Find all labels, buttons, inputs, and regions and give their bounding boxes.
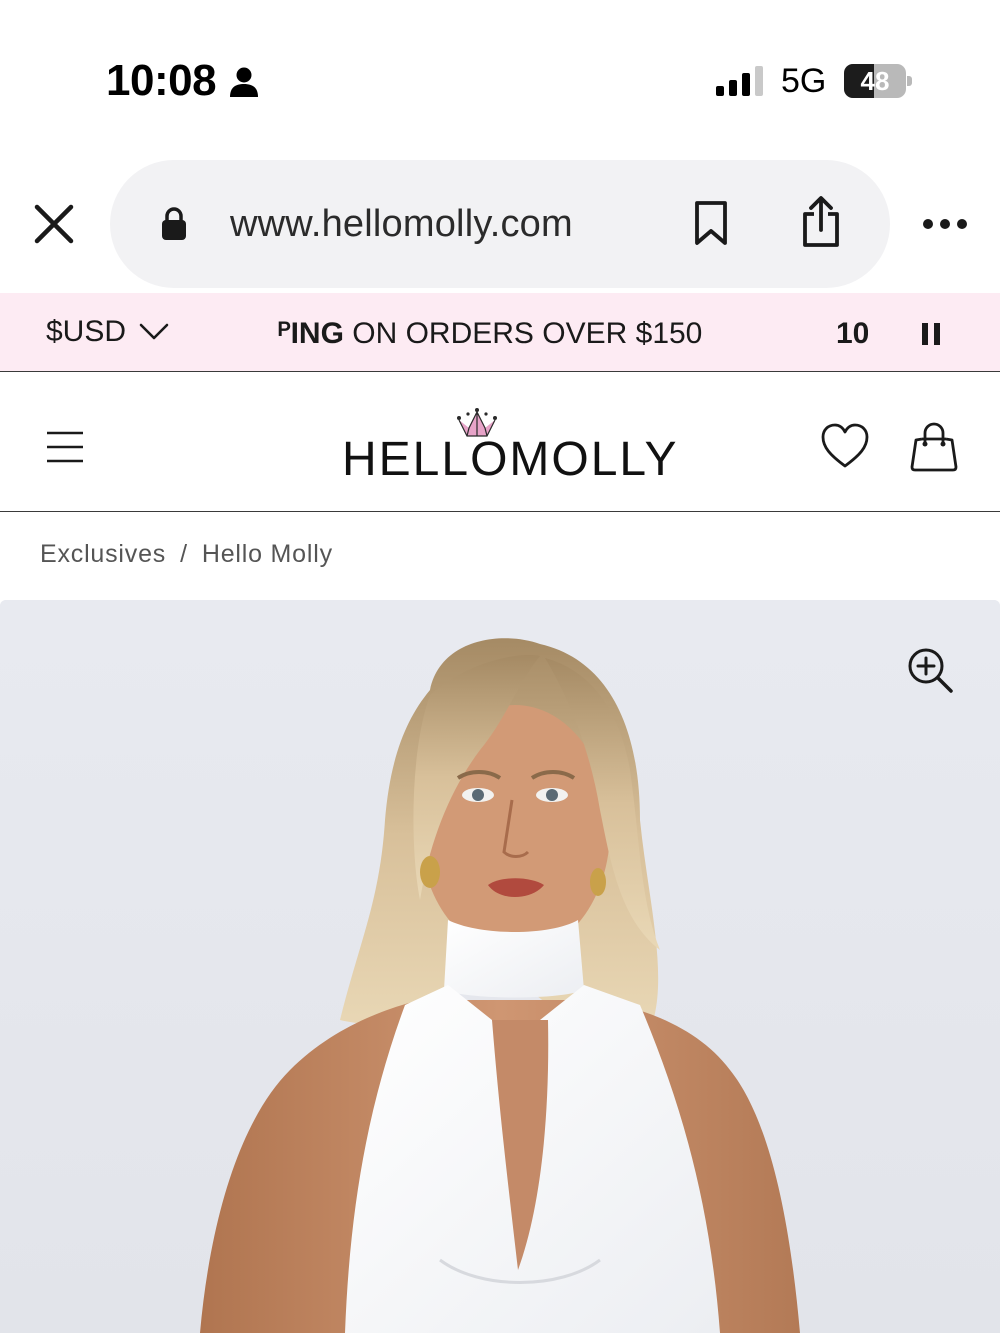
promo-banner: $USD ᴾING ON ORDERS OVER $150 10	[0, 293, 1000, 372]
url-text[interactable]: www.hellomolly.com	[230, 203, 573, 246]
breadcrumb-separator: /	[180, 540, 188, 568]
person-icon	[230, 67, 258, 97]
breadcrumb-item-exclusives[interactable]: Exclusives	[40, 540, 166, 568]
share-icon[interactable]	[800, 196, 842, 248]
zoom-in-icon[interactable]	[906, 646, 954, 694]
battery-icon: 48	[844, 64, 906, 98]
network-type: 5G	[781, 62, 827, 100]
status-bar: 10:08 5G 48	[0, 0, 1000, 140]
product-photo-model	[0, 600, 1000, 1333]
heart-icon[interactable]	[820, 422, 870, 470]
pause-icon[interactable]	[920, 321, 942, 347]
menu-icon[interactable]	[46, 430, 84, 464]
promo-message-rest: ON ORDERS OVER $150	[343, 317, 703, 350]
close-icon[interactable]	[32, 202, 76, 246]
battery-percent: 48	[860, 65, 890, 96]
lock-icon	[162, 207, 186, 240]
cellular-signal-icon	[716, 66, 763, 96]
bookmark-icon[interactable]	[693, 200, 729, 246]
status-time: 10:08	[106, 56, 217, 105]
battery-cap	[907, 76, 912, 86]
product-image[interactable]	[0, 600, 1000, 1333]
promo-next-message: 10	[836, 317, 868, 350]
brand-logo[interactable]: HELLOMOLLY	[342, 432, 679, 487]
bag-icon[interactable]	[908, 420, 960, 472]
breadcrumb: Exclusives / Hello Molly	[40, 540, 333, 569]
breadcrumb-item-hello-molly[interactable]: Hello Molly	[202, 540, 333, 568]
chevron-down-icon[interactable]	[138, 321, 170, 343]
promo-message[interactable]: ᴾING ON ORDERS OVER $150	[278, 317, 702, 351]
promo-message-bold: ᴾING	[278, 317, 344, 350]
currency-selector[interactable]: $USD	[46, 315, 126, 349]
more-icon[interactable]	[922, 214, 968, 234]
site-header: HELLOMOLLY	[0, 372, 1000, 512]
